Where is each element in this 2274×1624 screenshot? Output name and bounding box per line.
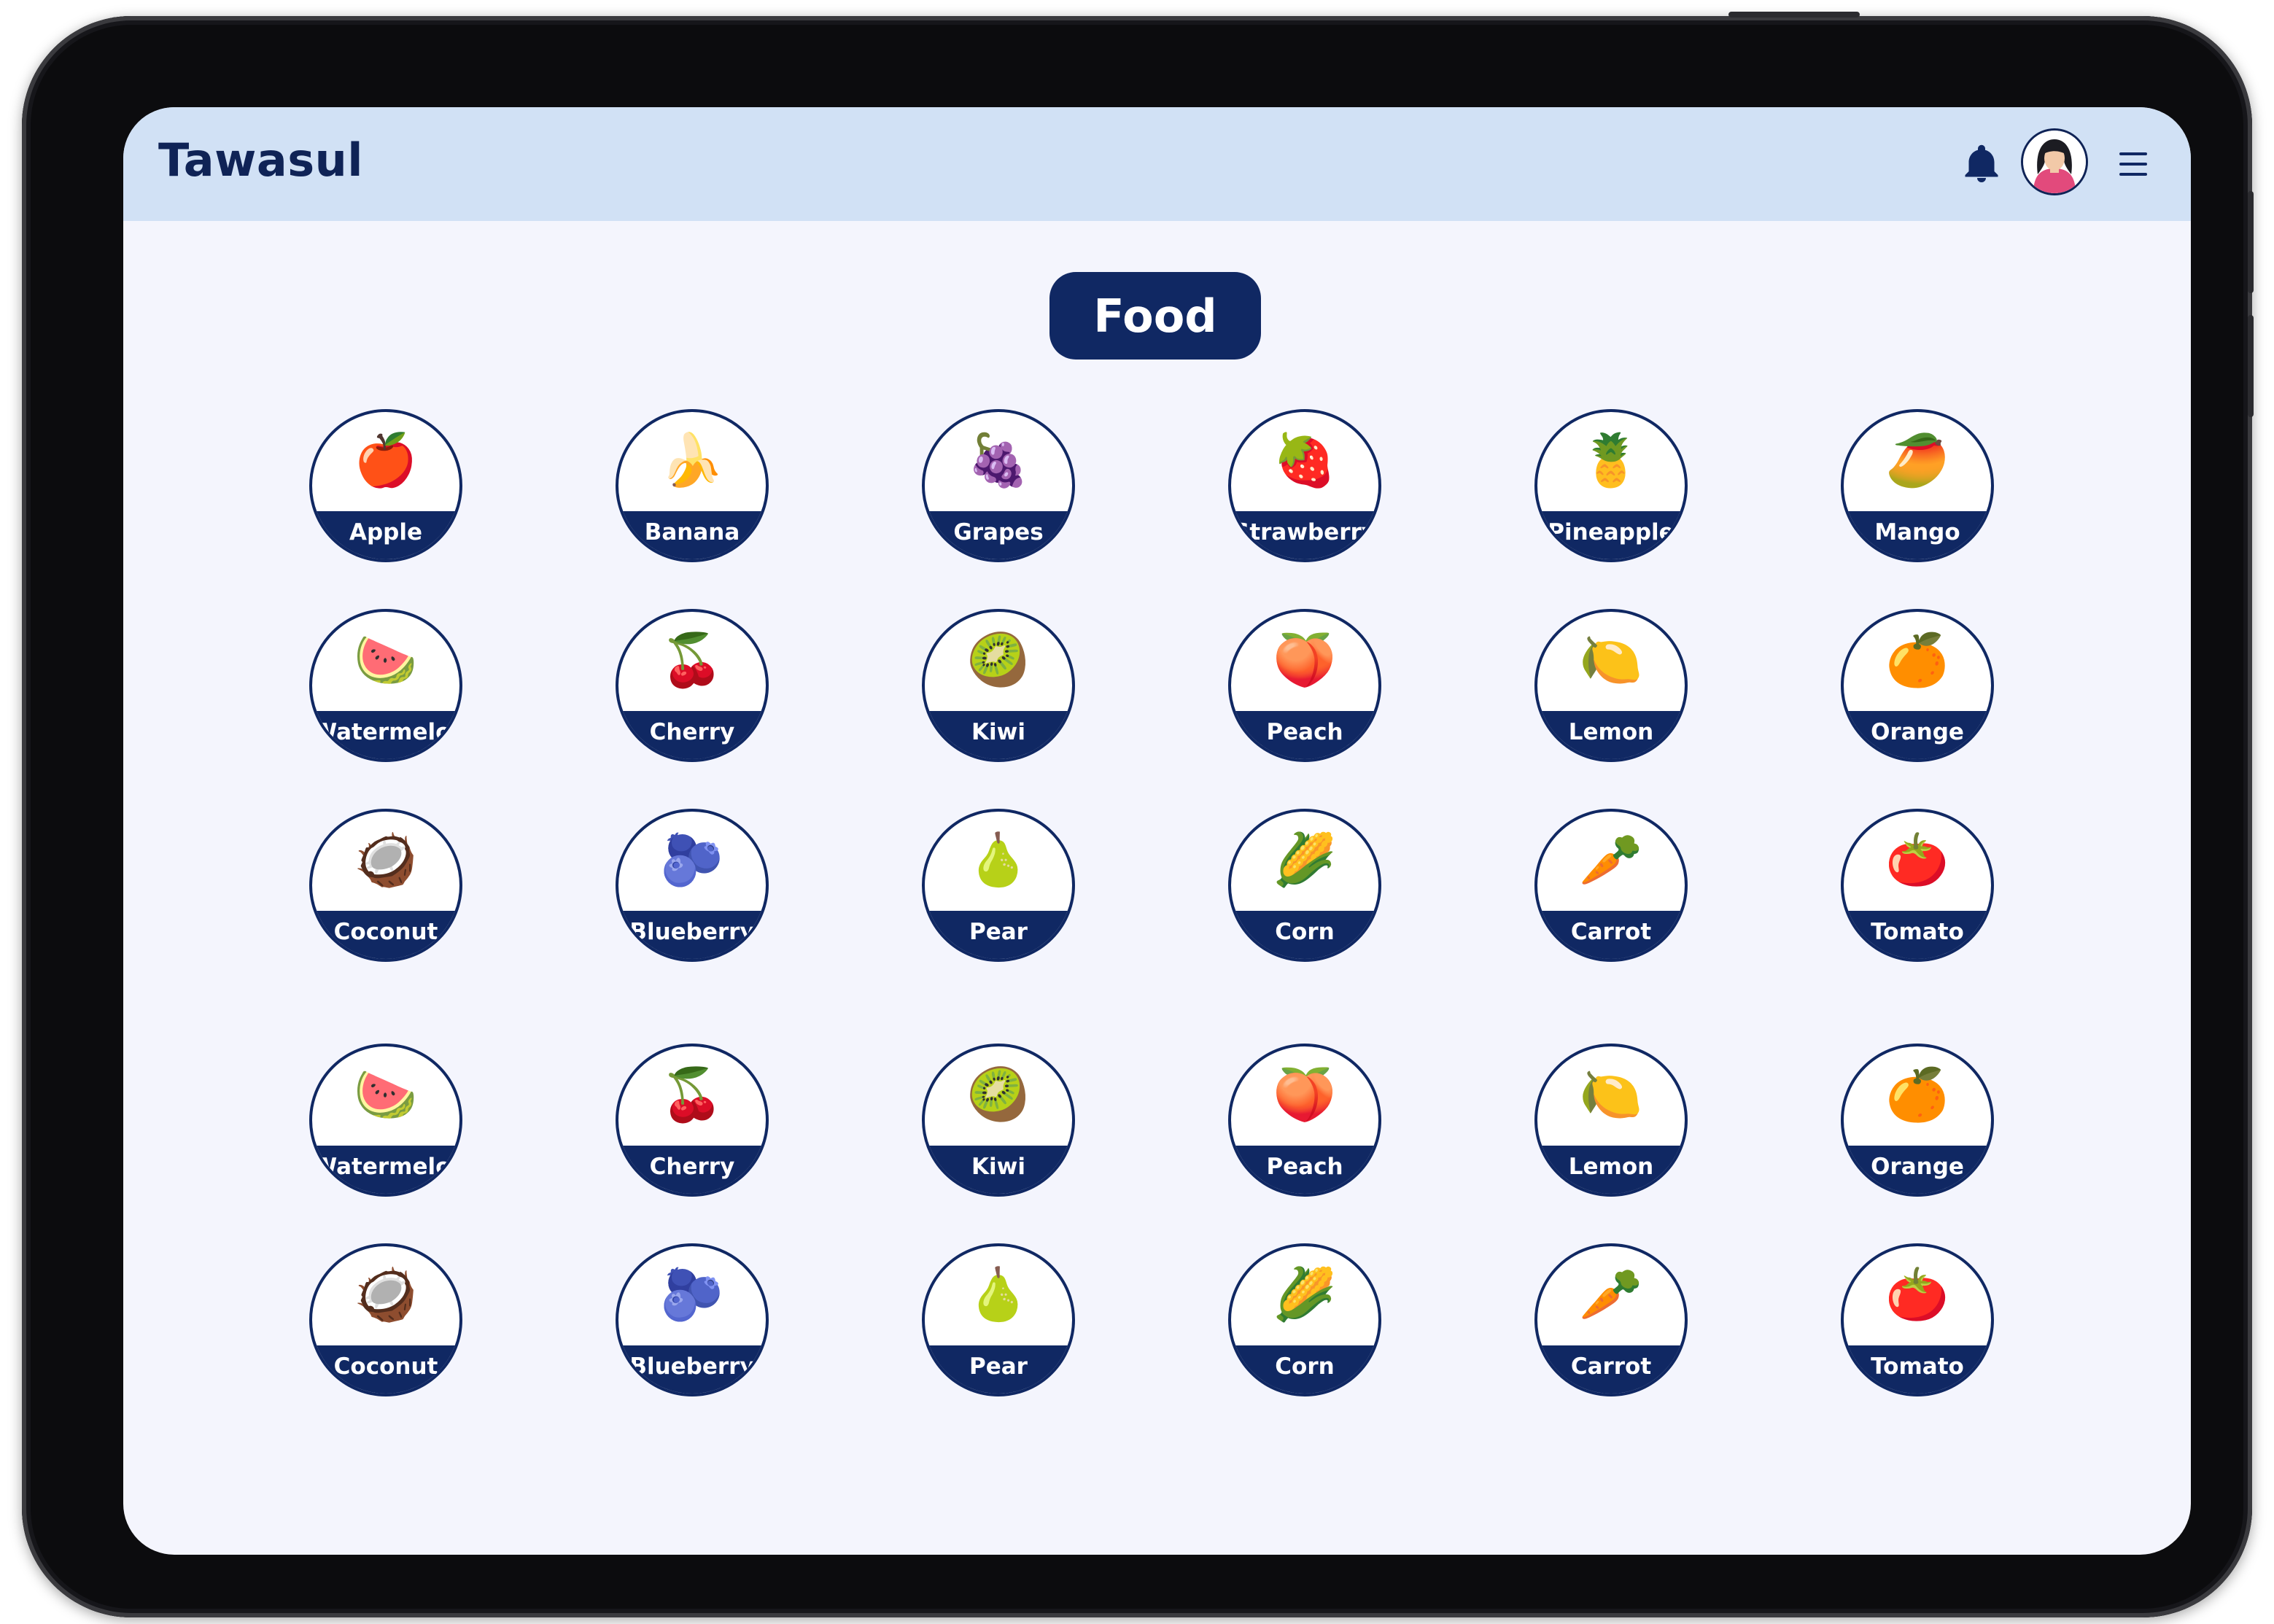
food-item-corn[interactable]: 🌽 Corn <box>1228 809 1381 962</box>
food-item-label: Orange <box>1844 711 1991 759</box>
food-item-label: Pear <box>925 1345 1072 1394</box>
orange-icon: 🍊 <box>1885 630 1949 690</box>
blueberry-icon: 🫐 <box>660 1264 724 1324</box>
food-item-label: Carrot <box>1537 1345 1685 1394</box>
food-item-label: Peach <box>1231 1146 1378 1194</box>
food-item-label: Pineapple <box>1537 511 1685 559</box>
food-item-carrot[interactable]: 🥕 Carrot <box>1534 1243 1688 1396</box>
food-item-label: Watermelon <box>312 1146 459 1194</box>
food-item-label: Coconut <box>312 1345 459 1394</box>
food-item-orange[interactable]: 🍊 Orange <box>1841 609 1994 762</box>
food-item-label: Apple <box>312 511 459 559</box>
tomato-icon: 🍅 <box>1885 830 1949 890</box>
food-item-label: Lemon <box>1537 1146 1685 1194</box>
food-item-label: Peach <box>1231 711 1378 759</box>
food-item-label: Banana <box>618 511 766 559</box>
food-item-label: Orange <box>1844 1146 1991 1194</box>
food-item-label: Kiwi <box>925 711 1072 759</box>
food-item-orange[interactable]: 🍊 Orange <box>1841 1044 1994 1197</box>
food-item-label: Coconut <box>312 911 459 959</box>
food-item-label: Cherry <box>618 711 766 759</box>
food-item-label: Corn <box>1231 1345 1378 1394</box>
food-item-pear[interactable]: 🍐 Pear <box>922 1243 1075 1396</box>
strawberry-icon: 🍓 <box>1273 430 1337 490</box>
tablet-top-button <box>1728 12 1860 18</box>
pear-icon: 🍐 <box>966 830 1031 890</box>
pear-icon: 🍐 <box>966 1264 1031 1324</box>
cherry-icon: 🍒 <box>660 630 724 690</box>
food-item-coconut[interactable]: 🥥 Coconut <box>309 809 462 962</box>
food-item-label: Blueberry <box>618 1345 766 1394</box>
lemon-icon: 🍋 <box>1579 1065 1643 1124</box>
food-item-corn[interactable]: 🌽 Corn <box>1228 1243 1381 1396</box>
food-item-kiwi[interactable]: 🥝 Kiwi <box>922 609 1075 762</box>
app-screen: Tawasul Food 🍎 Apple 🍌 Banana 🍇 Grapes 🍓… <box>123 107 2191 1555</box>
food-item-strawberry[interactable]: 🍓 Strawberry <box>1228 409 1381 562</box>
watermelon-icon: 🍉 <box>354 1065 418 1124</box>
grapes-icon: 🍇 <box>966 430 1031 490</box>
food-item-cherry[interactable]: 🍒 Cherry <box>616 1044 769 1197</box>
peach-icon: 🍑 <box>1273 630 1337 690</box>
food-item-grapes[interactable]: 🍇 Grapes <box>922 409 1075 562</box>
coconut-icon: 🥥 <box>354 830 418 890</box>
food-item-apple[interactable]: 🍎 Apple <box>309 409 462 562</box>
food-item-label: Pear <box>925 911 1072 959</box>
tablet-volume-down-button <box>2248 315 2254 417</box>
carrot-icon: 🥕 <box>1579 830 1643 890</box>
food-item-coconut[interactable]: 🥥 Coconut <box>309 1243 462 1396</box>
food-item-label: Mango <box>1844 511 1991 559</box>
orange-icon: 🍊 <box>1885 1065 1949 1124</box>
food-item-label: Grapes <box>925 511 1072 559</box>
food-item-blueberry[interactable]: 🫐 Blueberry <box>616 1243 769 1396</box>
food-item-pear[interactable]: 🍐 Pear <box>922 809 1075 962</box>
watermelon-icon: 🍉 <box>354 630 418 690</box>
apple-icon: 🍎 <box>354 430 418 490</box>
food-item-tomato[interactable]: 🍅 Tomato <box>1841 1243 1994 1396</box>
mango-icon: 🥭 <box>1885 430 1949 490</box>
food-item-label: Tomato <box>1844 1345 1991 1394</box>
food-item-mango[interactable]: 🥭 Mango <box>1841 409 1994 562</box>
food-item-label: Tomato <box>1844 911 1991 959</box>
cherry-icon: 🍒 <box>660 1065 724 1124</box>
food-item-lemon[interactable]: 🍋 Lemon <box>1534 1044 1688 1197</box>
banana-icon: 🍌 <box>660 430 724 490</box>
food-item-peach[interactable]: 🍑 Peach <box>1228 609 1381 762</box>
coconut-icon: 🥥 <box>354 1264 418 1324</box>
tablet-volume-up-button <box>2248 191 2254 293</box>
food-item-label: Blueberry <box>618 911 766 959</box>
food-item-watermelon[interactable]: 🍉 Watermelon <box>309 609 462 762</box>
tomato-icon: 🍅 <box>1885 1264 1949 1324</box>
food-item-blueberry[interactable]: 🫐 Blueberry <box>616 809 769 962</box>
food-item-tomato[interactable]: 🍅 Tomato <box>1841 809 1994 962</box>
food-item-label: Cherry <box>618 1146 766 1194</box>
food-grid: 🍎 Apple 🍌 Banana 🍇 Grapes 🍓 Strawberry 🍍 Pineappl… <box>123 107 2191 1555</box>
tablet-frame: Tawasul Food 🍎 Apple 🍌 Banana 🍇 Grapes 🍓… <box>22 12 2254 1617</box>
food-item-watermelon[interactable]: 🍉 Watermelon <box>309 1044 462 1197</box>
food-item-label: Strawberry <box>1231 511 1378 559</box>
food-item-kiwi[interactable]: 🥝 Kiwi <box>922 1044 1075 1197</box>
lemon-icon: 🍋 <box>1579 630 1643 690</box>
food-item-label: Carrot <box>1537 911 1685 959</box>
food-item-label: Watermelon <box>312 711 459 759</box>
food-item-carrot[interactable]: 🥕 Carrot <box>1534 809 1688 962</box>
carrot-icon: 🥕 <box>1579 1264 1643 1324</box>
food-item-banana[interactable]: 🍌 Banana <box>616 409 769 562</box>
pineapple-icon: 🍍 <box>1579 430 1643 490</box>
food-item-label: Lemon <box>1537 711 1685 759</box>
food-item-peach[interactable]: 🍑 Peach <box>1228 1044 1381 1197</box>
food-item-label: Kiwi <box>925 1146 1072 1194</box>
corn-icon: 🌽 <box>1273 1264 1337 1324</box>
food-item-lemon[interactable]: 🍋 Lemon <box>1534 609 1688 762</box>
food-item-label: Corn <box>1231 911 1378 959</box>
corn-icon: 🌽 <box>1273 830 1337 890</box>
food-item-cherry[interactable]: 🍒 Cherry <box>616 609 769 762</box>
food-item-pineapple[interactable]: 🍍 Pineapple <box>1534 409 1688 562</box>
blueberry-icon: 🫐 <box>660 830 724 890</box>
kiwi-icon: 🥝 <box>966 630 1031 690</box>
kiwi-icon: 🥝 <box>966 1065 1031 1124</box>
peach-icon: 🍑 <box>1273 1065 1337 1124</box>
